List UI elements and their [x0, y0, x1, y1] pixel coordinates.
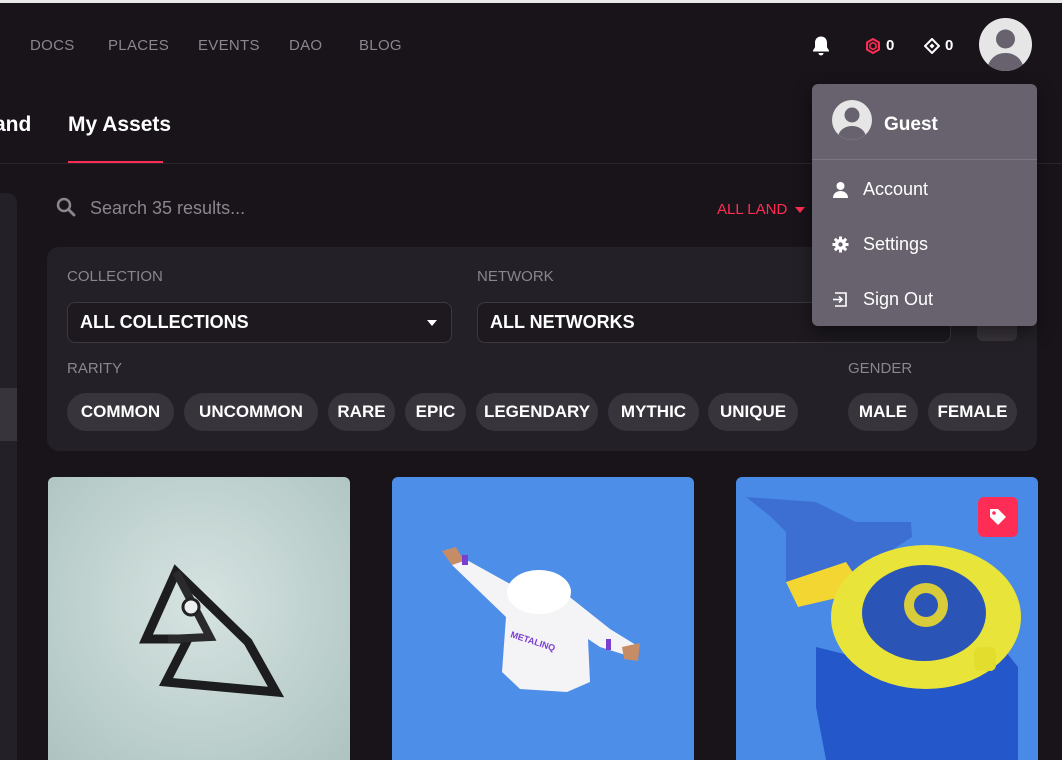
mana-ethereum-balance[interactable]: 0 [865, 37, 894, 54]
rarity-chip-unique[interactable]: UNIQUE [708, 393, 798, 431]
menu-item-account-label: Account [863, 178, 929, 199]
hoodie-image: METALINQ [442, 547, 640, 692]
user-silhouette-icon [987, 29, 1024, 71]
nav-blog-link[interactable]: BLOG [359, 37, 402, 54]
asset-card-hoodie[interactable]: METALINQ [392, 477, 694, 760]
network-label: NETWORK [477, 268, 554, 285]
profile-dropdown-menu: Guest Account Settings Sign Out [812, 84, 1037, 326]
mana-hexagon-icon [866, 37, 880, 54]
nav-places-link[interactable]: PLACES [108, 37, 169, 54]
menu-item-settings[interactable]: Settings [812, 222, 1037, 266]
collection-value: ALL COLLECTIONS [80, 312, 249, 332]
rarity-chip-legendary[interactable]: LEGENDARY [476, 393, 598, 431]
mana-red-amount: 0 [886, 37, 895, 54]
network-value: ALL NETWORKS [490, 312, 635, 332]
nav-dao-link[interactable]: DAO [289, 37, 322, 54]
menu-item-sign-out[interactable]: Sign Out [812, 277, 1037, 321]
tab-land[interactable]: and [0, 113, 31, 137]
collection-select[interactable]: ALL COLLECTIONS [67, 302, 452, 343]
rarity-chip-common[interactable]: COMMON [67, 393, 174, 431]
search-icon [56, 197, 76, 217]
gear-icon [832, 236, 849, 252]
asset-card-triangle-logo[interactable] [48, 477, 350, 760]
menu-item-settings-label: Settings [863, 233, 929, 254]
sign-out-icon [833, 291, 847, 307]
bell-icon[interactable] [811, 35, 831, 57]
tag-icon [990, 509, 1006, 525]
nav-events-link[interactable]: EVENTS [198, 37, 260, 54]
menu-avatar [832, 100, 872, 140]
gender-chip-female[interactable]: FEMALE [928, 393, 1017, 431]
user-icon [833, 181, 848, 198]
left-sidebar [0, 193, 17, 760]
rarity-chip-uncommon[interactable]: UNCOMMON [184, 393, 318, 431]
collection-label: COLLECTION [67, 268, 163, 285]
top-navbar: DOCS PLACES EVENTS DAO BLOG 0 0 [0, 3, 1062, 85]
menu-item-sign-out-label: Sign Out [863, 288, 934, 309]
user-avatar-button[interactable] [979, 18, 1032, 71]
caret-down-icon [427, 320, 437, 326]
profile-name: Guest [884, 114, 938, 135]
mana-polygon-balance[interactable]: 0 [924, 37, 953, 54]
triangle-logo-image [139, 564, 285, 698]
rarity-chip-epic[interactable]: EPIC [405, 393, 466, 431]
user-silhouette-icon [837, 107, 867, 140]
gender-chip-male[interactable]: MALE [848, 393, 918, 431]
profile-menu-header: Guest [812, 84, 1037, 160]
land-filter-label: ALL LAND [717, 201, 788, 218]
search-input[interactable] [90, 194, 390, 222]
left-sidebar-selected-item[interactable] [0, 388, 17, 441]
nav-docs-link[interactable]: DOCS [30, 37, 75, 54]
rarity-chip-rare[interactable]: RARE [328, 393, 395, 431]
menu-item-account[interactable]: Account [812, 167, 1037, 211]
rarity-label: RARITY [67, 360, 123, 377]
land-filter-dropdown[interactable]: ALL LAND [717, 201, 806, 218]
mana-grey-amount: 0 [945, 37, 954, 54]
rarity-chip-mythic[interactable]: MYTHIC [608, 393, 699, 431]
on-sale-tag-button[interactable] [978, 497, 1018, 537]
tab-my-assets[interactable]: My Assets [68, 113, 171, 137]
mana-diamond-icon [924, 37, 940, 54]
gender-label: GENDER [848, 360, 913, 377]
chevron-down-icon [795, 206, 806, 213]
